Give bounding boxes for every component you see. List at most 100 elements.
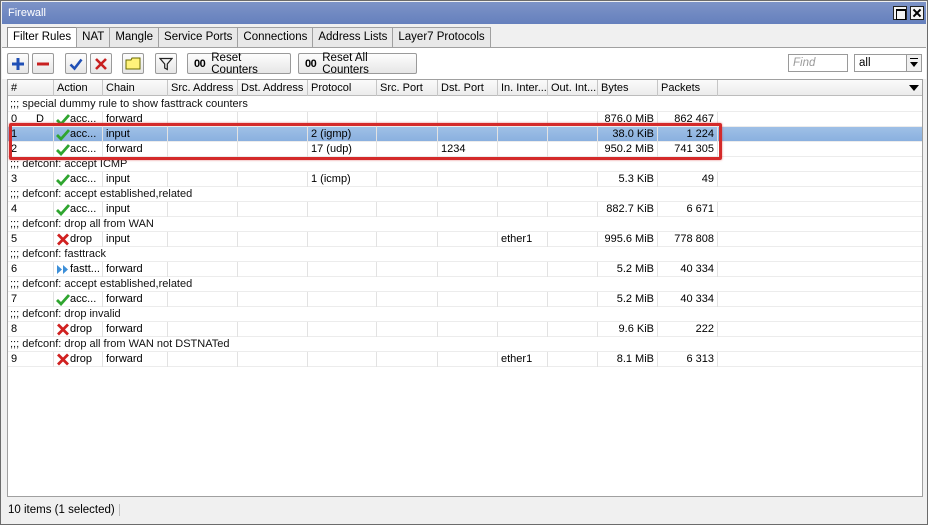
cell-num: 4 bbox=[8, 202, 54, 217]
header-col-in-interface[interactable]: In. Inter... bbox=[498, 80, 548, 96]
cell-action: acc... bbox=[54, 127, 103, 142]
comment-row[interactable]: ;;; defconf: accept ICMP bbox=[8, 157, 922, 172]
cell-src-port bbox=[377, 322, 438, 337]
rule-number: 2 bbox=[11, 143, 18, 155]
tab-nat[interactable]: NAT bbox=[76, 27, 111, 47]
comment-row[interactable]: ;;; defconf: accept established,related bbox=[8, 187, 922, 202]
tab-address-lists[interactable]: Address Lists bbox=[312, 27, 394, 47]
cell-action: acc... bbox=[54, 292, 103, 307]
cell-dst-port bbox=[438, 202, 498, 217]
comment-row[interactable]: ;;; defconf: fasttrack bbox=[8, 247, 922, 262]
table-row[interactable]: 2 acc... forward 17 (udp) 1234 950.2 MiB 741 3… bbox=[8, 142, 922, 157]
cell-num: 3 bbox=[8, 172, 54, 187]
table-row[interactable]: 3 acc... input 1 (icmp) 5.3 KiB 49 bbox=[8, 172, 922, 187]
cell-out-interface bbox=[548, 262, 598, 277]
maximize-icon[interactable] bbox=[893, 6, 907, 20]
checkmark-icon bbox=[69, 58, 83, 70]
cell-protocol bbox=[308, 352, 377, 367]
cell-chain: input bbox=[103, 172, 168, 187]
column-menu-icon[interactable] bbox=[909, 85, 919, 91]
header-col-dst-address[interactable]: Dst. Address bbox=[238, 80, 308, 96]
cell-dst-port bbox=[438, 232, 498, 247]
table-row[interactable]: 4 acc... input 882.7 KiB 6 671 bbox=[8, 202, 922, 217]
header-col-src-port[interactable]: Src. Port bbox=[377, 80, 438, 96]
cell-out-interface bbox=[548, 112, 598, 127]
cell-src-address bbox=[168, 127, 238, 142]
header-col-chain[interactable]: Chain bbox=[103, 80, 168, 96]
cell-src-address bbox=[168, 142, 238, 157]
table-row[interactable]: 6 fastt... forward 5.2 MiB 40 334 bbox=[8, 262, 922, 277]
cell-dst-address bbox=[238, 292, 308, 307]
cell-bytes: 5.2 MiB bbox=[598, 292, 658, 307]
action-label: acc... bbox=[70, 173, 97, 185]
cell-packets: 741 305 bbox=[658, 142, 718, 157]
header-col-num[interactable]: # bbox=[8, 80, 54, 96]
cell-dst-address bbox=[238, 202, 308, 217]
remove-button[interactable] bbox=[32, 53, 54, 74]
filter-select[interactable]: all bbox=[854, 54, 922, 72]
rule-comment: ;;; defconf: accept established,related bbox=[10, 188, 193, 200]
tab-connections[interactable]: Connections bbox=[237, 27, 314, 47]
header-col-packets[interactable]: Packets bbox=[658, 80, 718, 96]
tab-mangle[interactable]: Mangle bbox=[109, 27, 160, 47]
cell-src-port bbox=[377, 142, 438, 157]
header-col-protocol[interactable]: Protocol bbox=[308, 80, 377, 96]
cell-chain: forward bbox=[103, 292, 168, 307]
cell-action: drop bbox=[54, 232, 103, 247]
comment-row[interactable]: ;;; defconf: accept established,related bbox=[8, 277, 922, 292]
reset-counters-button[interactable]: 00 Reset Counters bbox=[187, 52, 291, 76]
comment-row[interactable]: ;;; defconf: drop invalid bbox=[8, 307, 922, 322]
cell-src-port bbox=[377, 172, 438, 187]
comment-button[interactable] bbox=[122, 53, 144, 74]
reset-all-counters-button[interactable]: 00 Reset All Counters bbox=[298, 52, 417, 76]
table-header: # Action Chain Src. Address Dst. Address Prot… bbox=[8, 80, 922, 96]
cell-src-address bbox=[168, 292, 238, 307]
comment-row[interactable]: ;;; defconf: drop all from WAN bbox=[8, 217, 922, 232]
table-row[interactable]: 7 acc... forward 5.2 MiB 40 334 bbox=[8, 292, 922, 307]
title-bar[interactable]: Firewall bbox=[2, 2, 926, 24]
comment-row[interactable]: ;;; special dummy rule to show fasttrack… bbox=[8, 97, 922, 112]
cell-chain: input bbox=[103, 127, 168, 142]
cell-src-port bbox=[377, 352, 438, 367]
cell-dst-port: 1234 bbox=[438, 142, 498, 157]
header-col-action[interactable]: Action bbox=[54, 80, 103, 96]
comment-row[interactable]: ;;; defconf: drop all from WAN not DSTNA… bbox=[8, 337, 922, 352]
table-row[interactable]: 0 Dacc... forward 876.0 MiB 862 467 bbox=[8, 112, 922, 127]
filter-select-value: all bbox=[859, 57, 871, 69]
cell-action: drop bbox=[54, 352, 103, 367]
table-row[interactable]: 5 drop input ether1 995.6 MiB 778 808 bbox=[8, 232, 922, 247]
rule-comment: ;;; defconf: accept ICMP bbox=[10, 158, 128, 170]
action-label: drop bbox=[70, 353, 93, 365]
cell-num: 0D bbox=[8, 112, 54, 127]
cell-src-port bbox=[377, 292, 438, 307]
header-col-bytes[interactable]: Bytes bbox=[598, 80, 658, 96]
find-input[interactable]: Find bbox=[788, 54, 848, 72]
cell-dst-port bbox=[438, 322, 498, 337]
table-row[interactable]: 8 drop forward 9.6 KiB 222 bbox=[8, 322, 922, 337]
cell-in-interface bbox=[498, 202, 548, 217]
tab-strip: Filter Rules NAT Mangle Service Ports Co… bbox=[7, 27, 491, 48]
cell-src-address bbox=[168, 112, 238, 127]
header-col-src-address[interactable]: Src. Address bbox=[168, 80, 238, 96]
tab-service-ports[interactable]: Service Ports bbox=[158, 27, 239, 47]
cell-packets: 6 671 bbox=[658, 202, 718, 217]
cell-dst-address bbox=[238, 322, 308, 337]
action-label: acc... bbox=[70, 203, 97, 215]
filter-button[interactable] bbox=[155, 53, 177, 74]
header-col-dst-port[interactable]: Dst. Port bbox=[438, 80, 498, 96]
table-row[interactable]: 9 drop forward ether1 8.1 MiB 6 313 bbox=[8, 352, 922, 367]
rule-number: 1 bbox=[11, 128, 18, 140]
cell-action: acc... bbox=[54, 172, 103, 187]
cell-out-interface bbox=[548, 142, 598, 157]
tab-layer7-protocols[interactable]: Layer7 Protocols bbox=[392, 27, 491, 47]
window-title: Firewall bbox=[8, 7, 46, 19]
table-row[interactable]: 1 acc... input 2 (igmp) 38.0 KiB 1 224 bbox=[8, 127, 922, 142]
disable-button[interactable] bbox=[90, 53, 112, 74]
tab-filter-rules[interactable]: Filter Rules bbox=[7, 27, 78, 48]
add-button[interactable] bbox=[7, 53, 29, 74]
enable-button[interactable] bbox=[65, 53, 87, 74]
cell-num: 6 bbox=[8, 262, 54, 277]
dropdown-arrow-icon[interactable] bbox=[906, 55, 921, 71]
header-col-out-interface[interactable]: Out. Int... bbox=[548, 80, 598, 96]
close-icon[interactable] bbox=[910, 6, 924, 20]
